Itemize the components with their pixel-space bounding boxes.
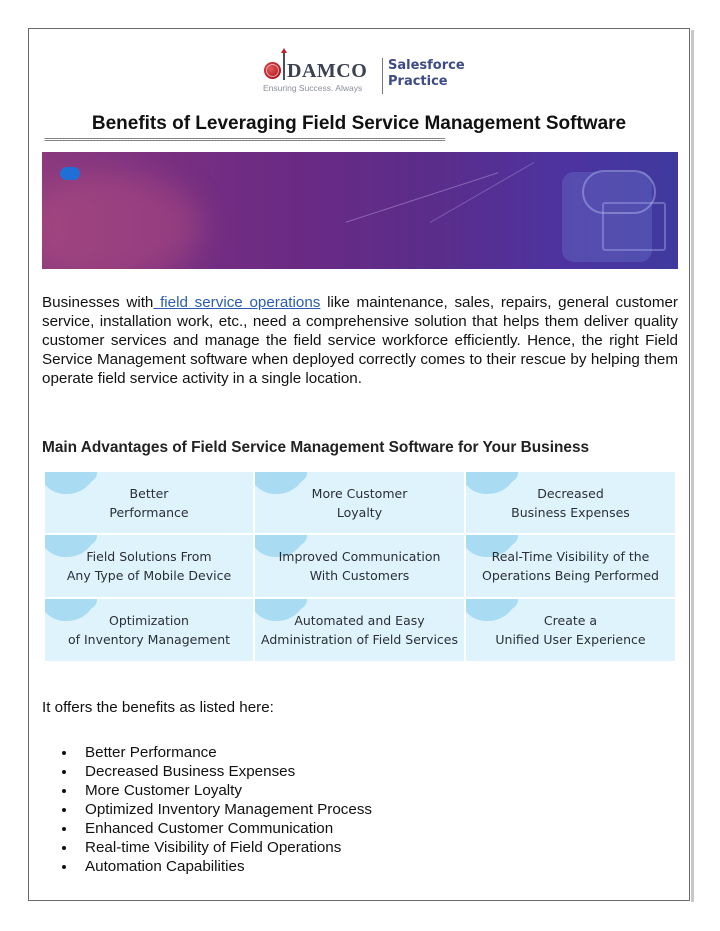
logo-divider	[382, 58, 383, 94]
list-item: More Customer Loyalty	[42, 781, 372, 800]
advantage-line1: Field Solutions From	[86, 549, 212, 564]
list-item: Decreased Business Expenses	[42, 762, 372, 781]
advantage-line2: Business Expenses	[511, 504, 630, 520]
advantage-line2: of Inventory Management	[67, 632, 231, 647]
advantage-line2: Operations Being Performed	[482, 568, 659, 583]
advantage-line2: With Customers	[309, 568, 410, 583]
list-item: Optimized Inventory Management Process	[42, 800, 372, 819]
list-item-text: Real-time Visibility of Field Operations	[85, 839, 342, 856]
advantage-cell: Better Performance	[45, 472, 253, 533]
salesforce-cloud-icon	[60, 167, 80, 180]
advantage-cell: Real-Time Visibility of the Operations Be…	[466, 535, 675, 597]
bullet-icon	[62, 770, 66, 774]
title-rule-divider: ========================================…	[44, 138, 446, 144]
field-service-operations-link[interactable]: field service operations	[153, 294, 320, 311]
cloud-shape-icon	[45, 472, 97, 494]
list-item-text: Better Performance	[85, 744, 217, 761]
monitor-icon	[602, 202, 666, 251]
advantage-line1: Create a	[543, 613, 598, 628]
cloud-shape-icon	[255, 472, 307, 494]
advantages-heading: Main Advantages of Field Service Managem…	[42, 439, 590, 456]
benefits-list: Better Performance Decreased Business Ex…	[42, 743, 372, 876]
advantage-line2: Any Type of Mobile Device	[66, 568, 232, 583]
list-item-text: Decreased Business Expenses	[85, 763, 296, 780]
globe-icon	[264, 62, 281, 79]
banner-glow	[42, 172, 202, 269]
hero-banner-image	[42, 152, 678, 269]
advantage-line2: Unified User Experience	[495, 632, 646, 647]
damco-salesforce-logo: DAMCO Ensuring Success. Always Salesforc…	[262, 48, 472, 98]
bullet-icon	[62, 808, 66, 812]
list-item-text: Automation Capabilities	[85, 858, 245, 875]
advantage-cell: Automated and Easy Administration of Fiel…	[255, 599, 464, 661]
page-title: Benefits of Leveraging Field Service Man…	[91, 113, 627, 134]
intro-paragraph: Businesses with field service operations…	[42, 293, 678, 388]
advantage-line1: Decreased	[537, 485, 604, 501]
logo-practice-line1: Salesforce	[388, 58, 465, 73]
advantage-line2: Loyalty	[336, 504, 383, 520]
advantage-line1: Real-Time Visibility of the	[491, 549, 650, 564]
list-item: Automation Capabilities	[42, 857, 372, 876]
advantage-cell: Improved Communication With Customers	[255, 535, 464, 597]
advantage-line1: Automated and Easy	[294, 613, 425, 628]
bullet-icon	[62, 865, 66, 869]
list-item: Better Performance	[42, 743, 372, 762]
list-item-text: Optimized Inventory Management Process	[85, 801, 373, 818]
logo-practice: Salesforce Practice	[388, 58, 465, 90]
benefits-intro: It offers the benefits as listed here:	[42, 699, 274, 716]
intro-text-before-link: Businesses with	[42, 294, 154, 311]
bullet-icon	[62, 846, 66, 850]
logo-brand: DAMCO	[287, 60, 368, 82]
bullet-icon	[62, 827, 66, 831]
advantage-line2: Administration of Field Services	[261, 632, 458, 647]
list-item-text: More Customer Loyalty	[85, 782, 242, 799]
advantage-line1: Improved Communication	[278, 549, 441, 564]
advantage-line1: More Customer	[311, 485, 408, 501]
logo-pin-icon	[281, 48, 287, 80]
page-shadow	[691, 30, 694, 902]
advantage-line2: Performance	[109, 504, 189, 520]
advantage-cell: Field Solutions From Any Type of Mobile D…	[45, 535, 253, 597]
advantage-cell: Create a Unified User Experience	[466, 599, 675, 661]
logo-tagline: Ensuring Success. Always	[263, 83, 363, 93]
banner-network-line	[345, 172, 499, 223]
logo-practice-line2: Practice	[388, 74, 448, 89]
advantage-line1: Better	[129, 485, 169, 501]
bullet-icon	[62, 789, 66, 793]
advantage-cell: Decreased Business Expenses	[466, 472, 675, 533]
advantage-cell: Optimization of Inventory Management	[45, 599, 253, 661]
advantages-grid: Better Performance More Customer Loyalty D…	[45, 472, 675, 662]
list-item-text: Enhanced Customer Communication	[85, 820, 334, 837]
advantage-line1: Optimization	[109, 613, 189, 628]
list-item: Enhanced Customer Communication	[42, 819, 372, 838]
advantage-cell: More Customer Loyalty	[255, 472, 464, 533]
banner-network-line	[429, 162, 535, 223]
bullet-icon	[62, 751, 66, 755]
list-item: Real-time Visibility of Field Operations	[42, 838, 372, 857]
